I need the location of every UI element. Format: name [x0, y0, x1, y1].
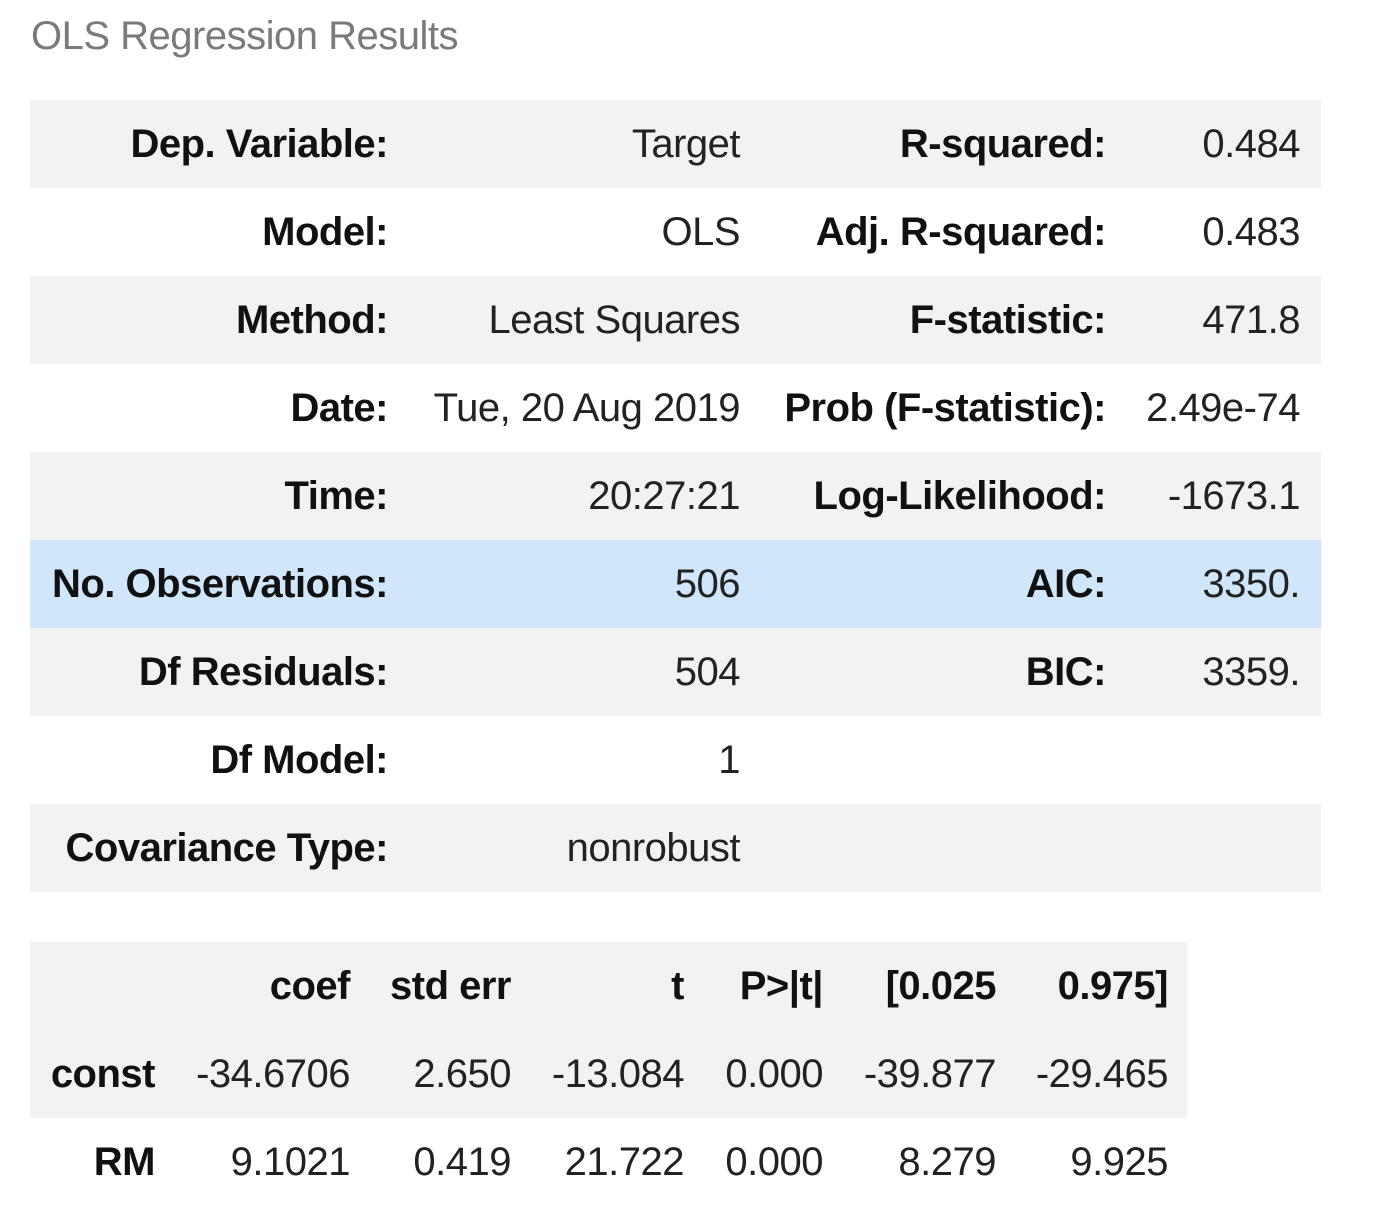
- summary-value: 3359.: [1106, 628, 1321, 716]
- coef-value: 9.1021: [155, 1118, 351, 1206]
- summary-label: Df Residuals:: [30, 628, 389, 716]
- summary-label: Dep. Variable:: [30, 100, 389, 188]
- summary-row: Time: 20:27:21 Log-Likelihood: -1673.1: [30, 452, 1321, 540]
- summary-label: Time:: [30, 452, 389, 540]
- std-err-value: 2.650: [350, 1030, 512, 1118]
- summary-label: Covariance Type:: [30, 804, 389, 892]
- summary-value: 0.483: [1106, 188, 1321, 276]
- summary-label: R-squared:: [740, 100, 1107, 188]
- t-value: 21.722: [511, 1118, 685, 1206]
- ci-upper-value: 9.925: [996, 1118, 1187, 1206]
- summary-value: OLS: [388, 188, 741, 276]
- summary-label: Model:: [30, 188, 389, 276]
- summary-value: 506: [388, 540, 741, 628]
- summary-label: Method:: [30, 276, 389, 364]
- coefficient-header-row: coef std err t P>|t| [0.025 0.975]: [30, 942, 1187, 1030]
- summary-value: 2.49e-74: [1106, 364, 1321, 452]
- column-header-std-err: std err: [350, 942, 512, 1030]
- coefficient-table: coef std err t P>|t| [0.025 0.975] const…: [30, 942, 1187, 1206]
- summary-label: Date:: [30, 364, 389, 452]
- column-header-t: t: [511, 942, 685, 1030]
- model-summary-table: Dep. Variable: Target R-squared: 0.484 M…: [30, 100, 1321, 892]
- std-err-value: 0.419: [350, 1118, 512, 1206]
- summary-value: 3350.: [1106, 540, 1321, 628]
- summary-row: Method: Least Squares F-statistic: 471.8: [30, 276, 1321, 364]
- p-value: 0.000: [684, 1030, 824, 1118]
- column-header-ci-lower: [0.025: [823, 942, 997, 1030]
- column-header-coef: coef: [155, 942, 351, 1030]
- summary-label: Df Model:: [30, 716, 389, 804]
- summary-row: Dep. Variable: Target R-squared: 0.484: [30, 100, 1321, 188]
- summary-value: nonrobust: [388, 804, 741, 892]
- summary-value: [1106, 716, 1321, 804]
- table-caption: OLS Regression Results: [31, 14, 458, 58]
- summary-label: No. Observations:: [30, 540, 389, 628]
- summary-label: BIC:: [740, 628, 1107, 716]
- summary-row: Df Model: 1: [30, 716, 1321, 804]
- summary-label: Log-Likelihood:: [740, 452, 1107, 540]
- column-header-p-value: P>|t|: [684, 942, 824, 1030]
- summary-row: Date: Tue, 20 Aug 2019 Prob (F-statistic…: [30, 364, 1321, 452]
- summary-label: Prob (F-statistic):: [740, 364, 1107, 452]
- ci-upper-value: -29.465: [996, 1030, 1187, 1118]
- ci-lower-value: -39.877: [823, 1030, 997, 1118]
- summary-row: Covariance Type: nonrobust: [30, 804, 1321, 892]
- summary-value: 504: [388, 628, 741, 716]
- summary-label: AIC:: [740, 540, 1107, 628]
- summary-label: Adj. R-squared:: [740, 188, 1107, 276]
- summary-value: -1673.1: [1106, 452, 1321, 540]
- coefficient-row: RM 9.1021 0.419 21.722 0.000 8.279 9.925: [30, 1118, 1187, 1206]
- t-value: -13.084: [511, 1030, 685, 1118]
- coefficient-row: const -34.6706 2.650 -13.084 0.000 -39.8…: [30, 1030, 1187, 1118]
- summary-value: Target: [388, 100, 741, 188]
- coef-value: -34.6706: [155, 1030, 351, 1118]
- summary-value: [1106, 804, 1321, 892]
- summary-label: [740, 804, 1106, 892]
- ci-lower-value: 8.279: [823, 1118, 997, 1206]
- summary-value: 471.8: [1106, 276, 1321, 364]
- summary-row-highlighted: No. Observations: 506 AIC: 3350.: [30, 540, 1321, 628]
- summary-value: 20:27:21: [388, 452, 741, 540]
- summary-row: Df Residuals: 504 BIC: 3359.: [30, 628, 1321, 716]
- row-label-rm: RM: [30, 1118, 156, 1206]
- summary-value: 0.484: [1106, 100, 1321, 188]
- row-label-const: const: [30, 1030, 156, 1118]
- column-header-blank: [30, 942, 155, 1030]
- summary-label: F-statistic:: [740, 276, 1107, 364]
- summary-row: Model: OLS Adj. R-squared: 0.483: [30, 188, 1321, 276]
- p-value: 0.000: [684, 1118, 824, 1206]
- summary-label: [740, 716, 1106, 804]
- summary-value: Least Squares: [388, 276, 741, 364]
- column-header-ci-upper: 0.975]: [996, 942, 1187, 1030]
- summary-value: 1: [388, 716, 741, 804]
- summary-value: Tue, 20 Aug 2019: [388, 364, 741, 452]
